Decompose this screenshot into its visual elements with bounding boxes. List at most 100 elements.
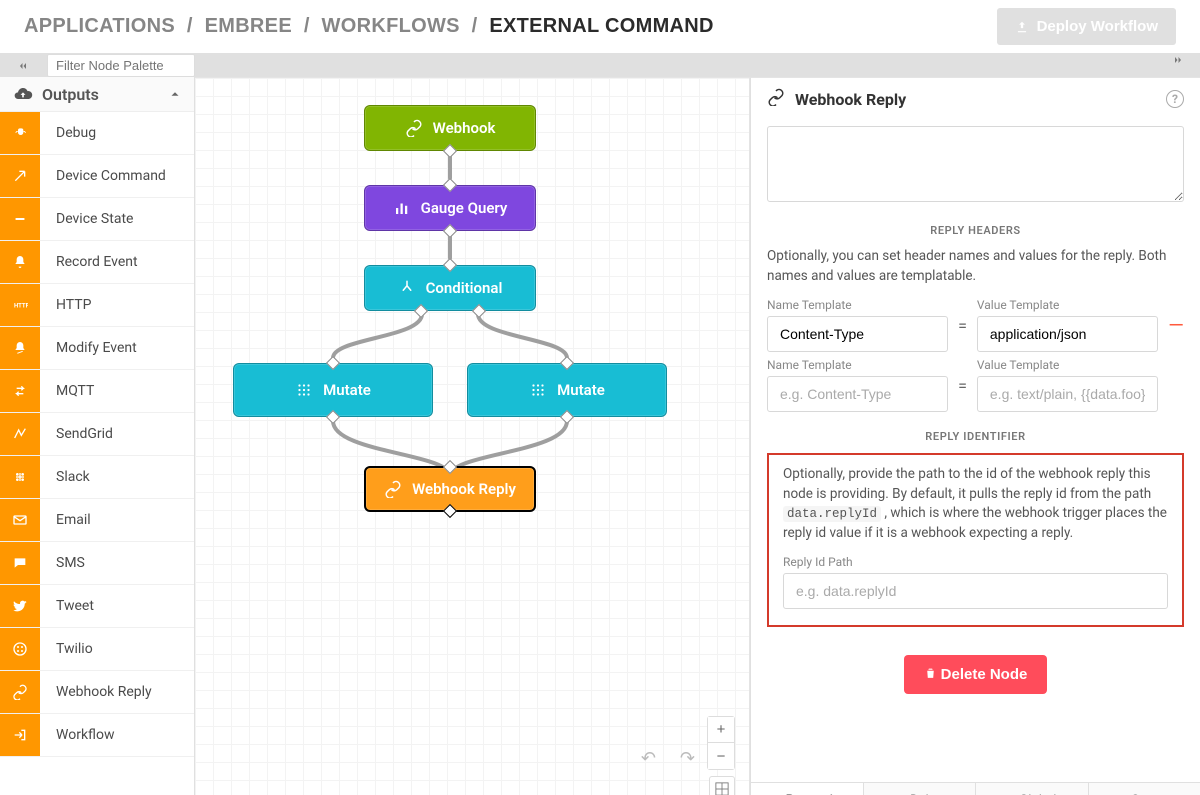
palette-node-http[interactable]: HTTPHTTP [0,284,194,327]
palette-node-record-event[interactable]: Record Event [0,241,194,284]
equals-sign: = [958,376,967,395]
header-value-label-2: Value Template [977,358,1158,372]
palette-category-outputs[interactable]: Outputs [0,77,194,112]
crumb-applications[interactable]: APPLICATIONS [24,15,175,37]
tab-storage[interactable]: Storage [1089,783,1200,795]
header-name-input-2[interactable] [767,376,948,412]
palette-node-label: Debug [40,125,96,141]
palette-node-workflow[interactable]: Workflow [0,714,194,757]
swap-icon [0,370,40,412]
node-mutate-left-label: Mutate [323,381,371,399]
chevron-up-icon [168,87,182,101]
twilio-icon [0,628,40,670]
workflow-canvas[interactable]: Webhook Gauge Query Conditional Mutate M… [195,77,750,795]
crumb-app[interactable]: EMBREE [205,15,292,37]
palette-node-twilio[interactable]: Twilio [0,628,194,671]
help-button[interactable]: ? [1166,90,1184,108]
zoom-out-button[interactable]: − [708,743,734,769]
header-name-label-2: Name Template [767,358,948,372]
bellswap-icon [0,327,40,369]
palette-node-label: MQTT [40,383,94,399]
header-value-input-2[interactable] [977,376,1158,412]
reply-id-path-input[interactable] [783,573,1168,609]
header-name-input-1[interactable] [767,316,948,352]
identifier-description: Optionally, provide the path to the id o… [783,465,1168,543]
link-icon [384,480,402,498]
palette-node-label: HTTP [40,297,91,313]
palette-node-sendgrid[interactable]: SendGrid [0,413,194,456]
header-value-input-1[interactable] [977,316,1158,352]
crumb-workflows[interactable]: WORKFLOWS [322,15,460,37]
grid-toggle-button[interactable] [709,776,735,795]
section-reply-headers: REPLY HEADERS [767,224,1184,237]
remove-header-button[interactable]: — [1168,313,1184,337]
node-list: Debug Device Command Device State Record Ev… [0,112,194,795]
reply-body-textarea[interactable] [767,126,1184,202]
header-name-label: Name Template [767,298,948,312]
mail-icon [0,499,40,541]
tab-globals[interactable]: Globals [976,783,1089,795]
palette-node-label: Modify Event [40,340,137,356]
palette-node-label: Record Event [40,254,138,270]
twitter-icon [0,585,40,627]
palette-node-webhook-reply[interactable]: Webhook Reply [0,671,194,714]
node-mutate-right-label: Mutate [557,381,605,399]
route-icon [0,413,40,455]
palette-node-device-command[interactable]: Device Command [0,155,194,198]
palette-node-label: Twilio [40,641,93,657]
inspector-panel: Webhook Reply ? REPLY HEADERS Optionally… [750,77,1200,795]
delete-node-button[interactable]: Delete Node [904,655,1048,694]
cloud-icon [12,83,34,105]
palette-node-email[interactable]: Email [0,499,194,542]
palette-node-label: Tweet [40,598,94,614]
deploy-label: Deploy Workflow [1037,18,1158,35]
node-gauge-query[interactable]: Gauge Query [364,185,536,231]
inspector-tabs: Properties Debug Globals Storage [751,782,1200,795]
palette-node-sms[interactable]: SMS [0,542,194,585]
branch-icon [398,279,416,297]
reply-id-label: Reply Id Path [783,555,1168,569]
grid-icon [529,381,547,399]
node-gauge-label: Gauge Query [421,199,508,217]
palette-node-slack[interactable]: Slack [0,456,194,499]
palette-node-modify-event[interactable]: Modify Event [0,327,194,370]
palette-node-tweet[interactable]: Tweet [0,585,194,628]
palette-node-label: SendGrid [40,426,113,442]
chat-icon [0,542,40,584]
tab-debug[interactable]: Debug [864,783,977,795]
node-webhook-reply[interactable]: Webhook Reply [364,466,536,512]
node-mutate-right[interactable]: Mutate [467,363,667,417]
filter-node-palette-input[interactable] [47,54,195,77]
palette-node-device-state[interactable]: Device State [0,198,194,241]
reply-identifier-highlight: Optionally, provide the path to the id o… [767,453,1184,627]
palette-node-label: Device Command [40,168,166,184]
collapse-right-button[interactable] [1155,54,1200,66]
tab-properties[interactable]: Properties [751,783,864,795]
palette-node-debug[interactable]: Debug [0,112,194,155]
redo-button[interactable]: ↷ [674,747,701,770]
link-icon [405,119,423,137]
node-conditional-label: Conditional [426,279,503,297]
inspector-title-row: Webhook Reply ? [751,78,1200,120]
minus-icon [0,198,40,240]
undo-button[interactable]: ↶ [635,747,662,770]
arrow-icon [0,155,40,197]
toolbar-row [0,54,1200,77]
bar-chart-icon [393,199,411,217]
palette-node-label: Device State [40,211,133,227]
palette-category-label: Outputs [42,85,168,104]
node-webhook[interactable]: Webhook [364,105,536,151]
section-reply-identifier: REPLY IDENTIFIER [767,430,1184,443]
collapse-left-button[interactable] [0,54,45,77]
topbar: APPLICATIONS / EMBREE / WORKFLOWS / EXTE… [0,0,1200,54]
deploy-workflow-button[interactable]: Deploy Workflow [997,8,1176,45]
node-palette: Outputs Debug Device Command Device State R… [0,77,195,795]
node-conditional[interactable]: Conditional [364,265,536,311]
node-mutate-left[interactable]: Mutate [233,363,433,417]
palette-node-mqtt[interactable]: MQTT [0,370,194,413]
http-icon: HTTP [0,284,40,326]
palette-node-label: Webhook Reply [40,684,152,700]
upload-icon [1015,20,1029,34]
main: Outputs Debug Device Command Device State R… [0,77,1200,795]
zoom-in-button[interactable]: + [708,717,734,743]
